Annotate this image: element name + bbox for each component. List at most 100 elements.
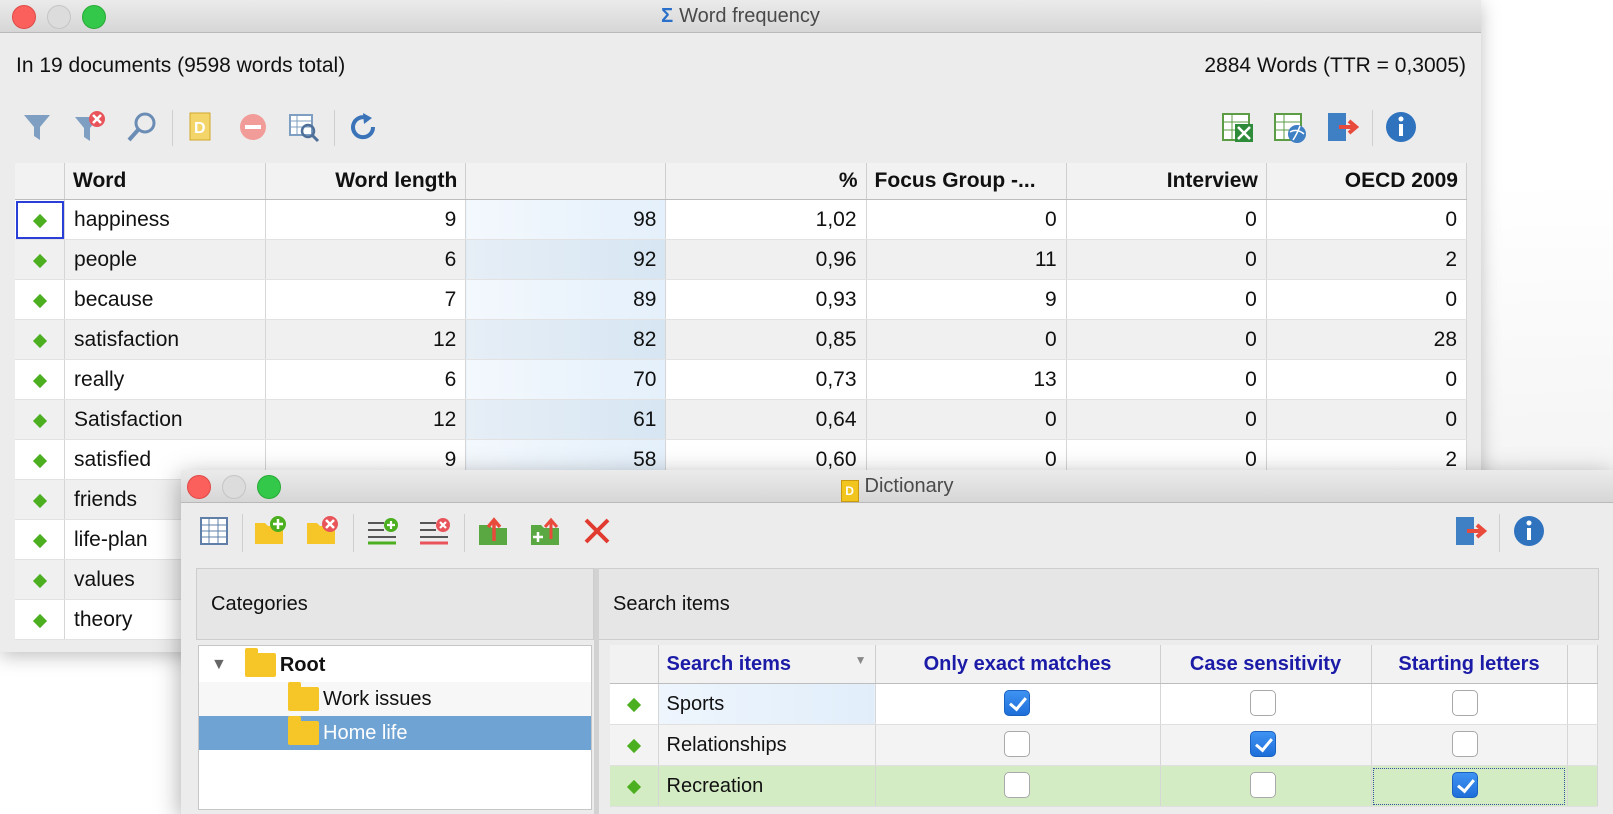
cell-word[interactable]: people bbox=[64, 239, 267, 280]
cell-word[interactable]: satisfaction bbox=[64, 319, 267, 360]
column-header-only-exact-matches[interactable]: Only exact matches bbox=[875, 645, 1161, 684]
new-category-icon[interactable] bbox=[253, 513, 289, 549]
cell-interview[interactable]: 0 bbox=[1066, 399, 1267, 440]
cell-interview[interactable]: 0 bbox=[1066, 359, 1267, 400]
column-header-percent[interactable]: % bbox=[665, 163, 867, 200]
export-exit-icon[interactable] bbox=[1452, 513, 1488, 549]
column-header-marker[interactable] bbox=[610, 645, 659, 684]
starting-checkbox[interactable] bbox=[1451, 690, 1478, 716]
table-row[interactable]: people 6 92 0,96 11 0 2 bbox=[15, 239, 1468, 280]
cell-starting[interactable] bbox=[1371, 724, 1568, 766]
cell-length[interactable]: 6 bbox=[265, 239, 467, 280]
case-checkbox[interactable] bbox=[1249, 731, 1276, 757]
row-marker[interactable] bbox=[15, 599, 66, 640]
stop-icon[interactable] bbox=[236, 110, 270, 144]
cell-case[interactable] bbox=[1160, 765, 1372, 807]
row-marker[interactable] bbox=[15, 439, 66, 480]
cell-word[interactable]: really bbox=[64, 359, 267, 400]
info-icon[interactable] bbox=[1511, 513, 1547, 549]
table-row[interactable]: Satisfaction 12 61 0,64 0 0 0 bbox=[15, 399, 1468, 440]
cell-oecd[interactable]: 28 bbox=[1266, 319, 1468, 360]
cell-case[interactable] bbox=[1160, 683, 1372, 725]
row-marker[interactable] bbox=[15, 279, 66, 320]
cell-interview[interactable]: 0 bbox=[1066, 279, 1267, 320]
dictionary-icon[interactable]: D bbox=[184, 110, 218, 144]
search-icon[interactable] bbox=[125, 110, 159, 144]
exact-checkbox[interactable] bbox=[1003, 772, 1030, 798]
cell-oecd[interactable]: 0 bbox=[1266, 359, 1468, 400]
cell-pct[interactable]: 0,85 bbox=[665, 319, 867, 360]
row-marker[interactable] bbox=[15, 199, 66, 240]
cell-freq[interactable]: 89 bbox=[465, 279, 667, 320]
disclosure-triangle-icon[interactable]: ▼ bbox=[211, 656, 227, 674]
row-marker[interactable] bbox=[610, 683, 659, 725]
export-dictionary-icon[interactable] bbox=[476, 513, 512, 549]
starting-checkbox[interactable] bbox=[1451, 731, 1478, 757]
cell-focus[interactable]: 0 bbox=[866, 319, 1067, 360]
cell-starting[interactable] bbox=[1371, 683, 1568, 725]
find-in-table-icon[interactable] bbox=[287, 110, 321, 144]
row-marker[interactable] bbox=[15, 239, 66, 280]
cell-interview[interactable]: 0 bbox=[1066, 199, 1267, 240]
cell-length[interactable]: 6 bbox=[265, 359, 467, 400]
cell-exact[interactable] bbox=[875, 724, 1161, 766]
search-item-row[interactable]: Relationships bbox=[610, 724, 1598, 766]
row-marker[interactable] bbox=[610, 765, 659, 807]
cell-search-item[interactable]: Relationships bbox=[658, 724, 876, 766]
cell-oecd[interactable]: 0 bbox=[1266, 199, 1468, 240]
export-excel-icon[interactable] bbox=[1221, 110, 1255, 144]
row-marker[interactable] bbox=[15, 519, 66, 560]
cell-focus[interactable]: 11 bbox=[866, 239, 1067, 280]
column-header-frequency[interactable] bbox=[465, 163, 667, 200]
cell-pct[interactable]: 1,02 bbox=[665, 199, 867, 240]
column-header-search-items[interactable]: Search items ▼ bbox=[658, 645, 876, 684]
row-marker[interactable] bbox=[15, 399, 66, 440]
new-search-item-icon[interactable] bbox=[365, 513, 401, 549]
cell-interview[interactable]: 0 bbox=[1066, 239, 1267, 280]
cell-oecd[interactable]: 0 bbox=[1266, 399, 1468, 440]
case-checkbox[interactable] bbox=[1249, 772, 1276, 798]
case-checkbox[interactable] bbox=[1249, 690, 1276, 716]
cell-focus[interactable]: 9 bbox=[866, 279, 1067, 320]
cell-word[interactable]: Satisfaction bbox=[64, 399, 267, 440]
cell-exact[interactable] bbox=[875, 765, 1161, 807]
exact-checkbox[interactable] bbox=[1003, 731, 1030, 757]
cell-freq[interactable]: 82 bbox=[465, 319, 667, 360]
cell-word[interactable]: because bbox=[64, 279, 267, 320]
search-item-row[interactable]: Recreation bbox=[610, 765, 1598, 807]
delete-icon[interactable] bbox=[579, 513, 615, 549]
column-header-focus-group[interactable]: Focus Group -... bbox=[866, 163, 1067, 200]
cell-freq[interactable]: 98 bbox=[465, 199, 667, 240]
export-html-icon[interactable] bbox=[1273, 110, 1307, 144]
cell-length[interactable]: 12 bbox=[265, 319, 467, 360]
cell-exact[interactable] bbox=[875, 683, 1161, 725]
column-header-marker[interactable] bbox=[15, 163, 66, 200]
column-header-interview[interactable]: Interview bbox=[1066, 163, 1267, 200]
cell-search-item[interactable]: Recreation bbox=[658, 765, 876, 807]
starting-checkbox[interactable] bbox=[1451, 772, 1478, 798]
cell-case[interactable] bbox=[1160, 724, 1372, 766]
cell-pct[interactable]: 0,73 bbox=[665, 359, 867, 400]
delete-category-icon[interactable] bbox=[305, 513, 341, 549]
row-marker[interactable] bbox=[15, 479, 66, 520]
cell-freq[interactable]: 92 bbox=[465, 239, 667, 280]
cell-pct[interactable]: 0,96 bbox=[665, 239, 867, 280]
cell-interview[interactable]: 0 bbox=[1066, 319, 1267, 360]
table-view-icon[interactable] bbox=[196, 513, 232, 549]
table-row[interactable]: satisfaction 12 82 0,85 0 0 28 bbox=[15, 319, 1468, 360]
column-header-word[interactable]: Word bbox=[64, 163, 267, 200]
cell-focus[interactable]: 0 bbox=[866, 199, 1067, 240]
column-header-case-sensitivity[interactable]: Case sensitivity bbox=[1160, 645, 1372, 684]
row-marker[interactable] bbox=[15, 359, 66, 400]
cell-focus[interactable]: 13 bbox=[866, 359, 1067, 400]
export-exit-icon[interactable] bbox=[1325, 110, 1359, 144]
exact-checkbox[interactable] bbox=[1003, 690, 1030, 716]
tree-node-root[interactable]: ▼ Root bbox=[199, 648, 591, 682]
row-marker[interactable] bbox=[15, 559, 66, 600]
cell-oecd[interactable]: 0 bbox=[1266, 279, 1468, 320]
cell-length[interactable]: 12 bbox=[265, 399, 467, 440]
table-row[interactable]: because 7 89 0,93 9 0 0 bbox=[15, 279, 1468, 320]
table-row[interactable]: happiness 9 98 1,02 0 0 0 bbox=[15, 199, 1468, 240]
row-marker[interactable] bbox=[15, 319, 66, 360]
search-item-row[interactable]: Sports bbox=[610, 683, 1598, 725]
